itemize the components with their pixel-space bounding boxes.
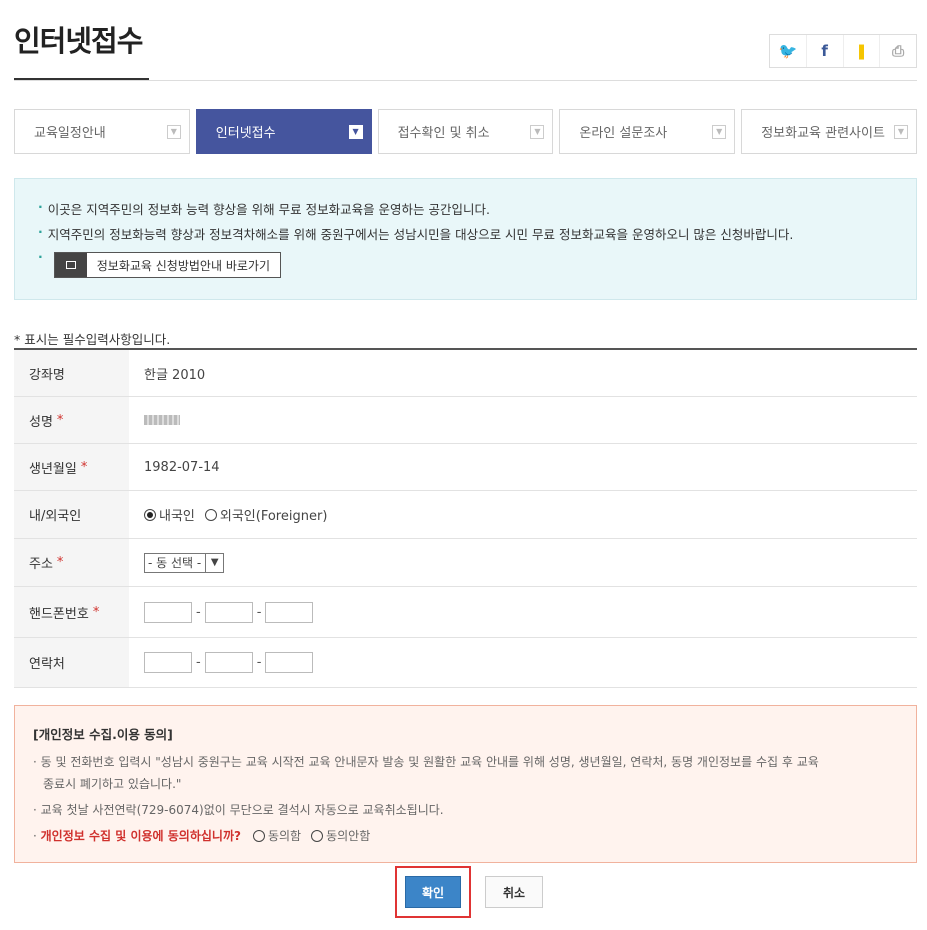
required-mark: * — [56, 555, 64, 570]
sub-navigation: 교육일정안내 ▼ 인터넷접수 ▼ 접수확인 및 취소 ▼ 온라인 설문조사 ▼ 정보화교… — [14, 109, 917, 154]
application-guide-button[interactable]: 정보화교육 신청방법안내 바로가기 — [53, 252, 281, 278]
form-row-course: 강좌명 한글 2010 — [14, 350, 917, 397]
facebook-icon[interactable]: f — [807, 35, 844, 67]
dash: - — [196, 655, 201, 670]
contact-inputs: - - — [129, 638, 917, 687]
radio-unchecked-icon — [311, 830, 324, 842]
nationality-options: 내국인 외국인(Foreigner) — [129, 491, 917, 538]
mobile-inputs: - - — [129, 587, 917, 637]
mobile-label: 핸드폰번호 * — [14, 587, 129, 637]
tab-confirm-cancel[interactable]: 접수확인 및 취소 ▼ — [377, 109, 554, 154]
tab-internet-apply[interactable]: 인터넷접수 ▼ — [195, 109, 372, 154]
contact-label: 연락처 — [14, 638, 129, 687]
twitter-icon[interactable]: 🐦 — [770, 35, 807, 67]
dash: - — [196, 604, 201, 620]
address-value: - 동 선택 - ▼ — [129, 539, 917, 586]
window-icon — [54, 253, 87, 277]
chevron-down-icon: ▼ — [166, 124, 181, 139]
mobile-part2-input[interactable] — [204, 601, 253, 623]
birth-value: 1982-07-14 — [144, 459, 220, 475]
chevron-down-icon: ▼ — [893, 124, 908, 139]
title-divider — [14, 80, 917, 81]
dash: - — [256, 655, 262, 670]
contact-part3-input[interactable] — [265, 652, 314, 673]
required-mark: * — [92, 604, 100, 620]
privacy-consent-box: [개인정보 수집.이용 동의] · 동 및 전화번호 입력시 "성남시 중원구는… — [14, 705, 917, 863]
tab-label: 정보화교육 관련사이트 — [761, 126, 885, 141]
contact-part1-input[interactable] — [144, 652, 192, 673]
course-value: 한글 2010 — [144, 367, 206, 383]
chevron-down-icon: ▼ — [712, 124, 727, 139]
name-label: 성명 * — [14, 397, 129, 443]
info-line: · 정보화교육 신청방법안내 바로가기 — [38, 249, 916, 278]
chevron-down-icon: ▼ — [205, 553, 223, 572]
form-row-address: 주소 * - 동 선택 - ▼ — [14, 539, 917, 587]
consent-question: 개인정보 수집 및 이용에 동의하십니까? — [40, 829, 241, 843]
chevron-down-icon: ▼ — [530, 124, 545, 139]
form-row-contact: 연락처 - - — [14, 638, 917, 688]
cancel-button[interactable]: 취소 — [485, 876, 543, 908]
required-note: * 표시는 필수입력사항입니다. — [14, 332, 171, 347]
dong-select[interactable]: - 동 선택 - ▼ — [144, 552, 225, 573]
name-value — [129, 397, 917, 443]
redacted-name — [144, 415, 180, 425]
course-label: 강좌명 — [14, 350, 129, 396]
tab-survey[interactable]: 온라인 설문조사 ▼ — [559, 109, 736, 154]
tab-schedule[interactable]: 교육일정안내 ▼ — [14, 109, 190, 154]
radio-unchecked-icon — [252, 830, 265, 842]
mobile-part1-input[interactable] — [144, 601, 192, 623]
form-buttons: 확인 취소 — [395, 866, 543, 918]
guide-button-label: 정보화교육 신청방법안내 바로가기 — [96, 258, 270, 273]
application-form: 강좌명 한글 2010 성명 * 생년월일 * 1982-07-14 내/외국인 내… — [14, 348, 917, 688]
required-mark: * — [80, 459, 88, 475]
form-row-birth: 생년월일 * 1982-07-14 — [14, 444, 917, 491]
dash: - — [256, 604, 262, 620]
address-label: 주소 * — [14, 539, 129, 586]
bullet-icon: · — [38, 199, 43, 214]
radio-domestic[interactable]: 내국인 — [144, 505, 195, 524]
kakaostory-icon[interactable]: ❚ — [844, 35, 881, 67]
info-box: · 이곳은 지역주민의 정보화 능력 향상을 위해 무료 정보화교육을 운영하는 … — [14, 178, 917, 300]
tab-label: 교육일정안내 — [34, 126, 106, 141]
bullet-icon: · — [38, 224, 43, 239]
consent-line: 종료시 폐기하고 있습니다." — [43, 777, 182, 791]
consent-question-row: · 개인정보 수집 및 이용에 동의하십니까? 동의함 동의안함 — [33, 825, 916, 847]
required-mark: * — [56, 412, 64, 428]
nationality-label: 내/외국인 — [14, 491, 129, 538]
tab-label: 온라인 설문조사 — [579, 126, 668, 141]
radio-disagree[interactable]: 동의안함 — [311, 825, 370, 847]
contact-part2-input[interactable] — [204, 652, 253, 673]
tab-label: 인터넷접수 — [215, 126, 276, 141]
birth-label: 생년월일 * — [14, 444, 129, 490]
form-row-mobile: 핸드폰번호 * - - — [14, 587, 917, 638]
highlight-box: 확인 — [395, 866, 471, 918]
radio-checked-icon — [144, 508, 156, 521]
consent-line: · 동 및 전화번호 입력시 "성남시 중원구는 교육 시작전 교육 안내문자 … — [33, 755, 819, 769]
bullet-icon: · — [38, 249, 43, 264]
page-title: 인터넷접수 — [14, 24, 143, 58]
mobile-part3-input[interactable] — [265, 601, 314, 623]
radio-unchecked-icon — [204, 508, 217, 521]
info-text: 지역주민의 정보화능력 향상과 정보격차해소를 위해 중원구에서는 성남시민을 … — [47, 227, 794, 242]
info-text: 이곳은 지역주민의 정보화 능력 향상을 위해 무료 정보화교육을 운영하는 공… — [47, 202, 490, 217]
tab-label: 접수확인 및 취소 — [397, 126, 490, 141]
radio-agree[interactable]: 동의함 — [252, 825, 301, 847]
tab-related-sites[interactable]: 정보화교육 관련사이트 ▼ — [741, 109, 917, 154]
chevron-down-icon: ▼ — [348, 124, 363, 139]
print-icon[interactable]: ⎙ — [880, 35, 916, 67]
radio-foreigner[interactable]: 외국인(Foreigner) — [204, 505, 327, 524]
form-row-nationality: 내/외국인 내국인 외국인(Foreigner) — [14, 491, 917, 539]
consent-line: · 교육 첫날 사전연락(729-6074)없이 무단으로 결석시 자동으로 교… — [33, 803, 444, 817]
info-line: · 지역주민의 정보화능력 향상과 정보격차해소를 위해 중원구에서는 성남시민을… — [38, 224, 916, 249]
form-row-name: 성명 * — [14, 397, 917, 444]
confirm-button[interactable]: 확인 — [405, 876, 461, 908]
info-line: · 이곳은 지역주민의 정보화 능력 향상을 위해 무료 정보화교육을 운영하는 … — [38, 199, 916, 224]
consent-title: [개인정보 수집.이용 동의] — [33, 727, 173, 742]
share-bar: 🐦 f ❚ ⎙ — [769, 34, 917, 68]
